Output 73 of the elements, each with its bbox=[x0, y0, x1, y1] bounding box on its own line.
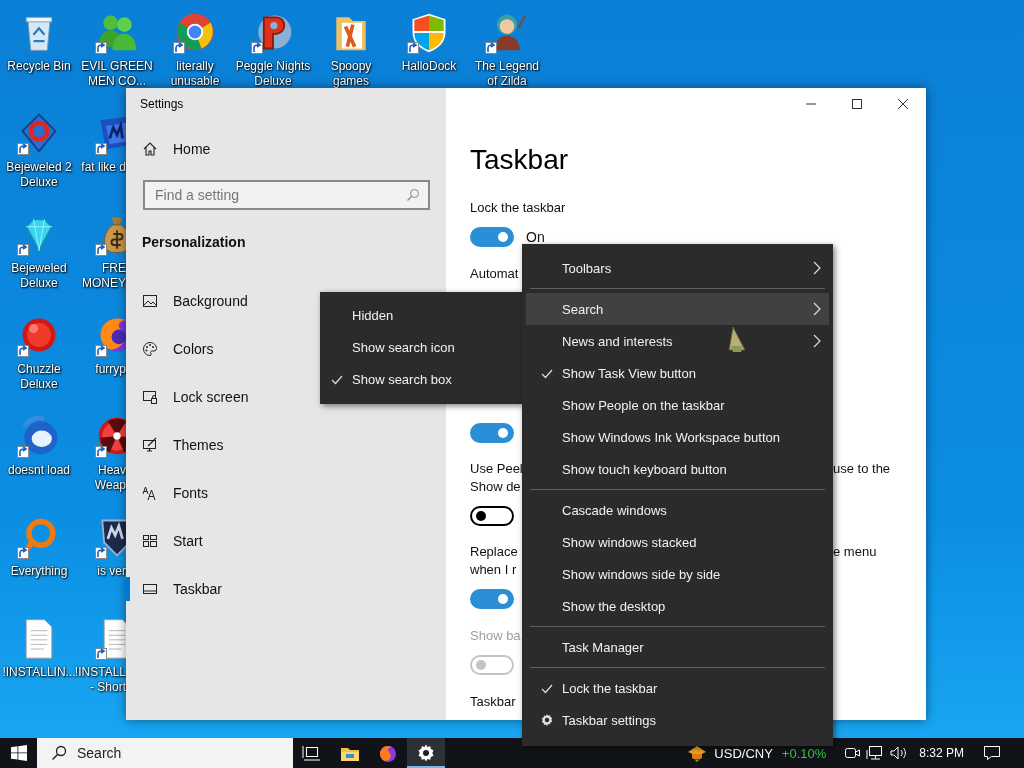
menu-item[interactable]: Show People on the taskbar bbox=[526, 389, 829, 421]
toggle-switch[interactable] bbox=[470, 227, 514, 247]
desktop-icon-label[interactable]: Bejeweled 2 Deluxe bbox=[6, 160, 72, 190]
desktop-icon-label[interactable]: literally unusable bbox=[170, 59, 220, 89]
setting-label: Automat bbox=[470, 265, 519, 283]
desktop-icon-label[interactable]: Peggle Nights Deluxe bbox=[235, 59, 311, 89]
clock[interactable]: 8:32 PM bbox=[909, 738, 974, 768]
setting-label: Show ba bbox=[470, 627, 521, 645]
setting-label: Use Peel Show de bbox=[470, 460, 523, 496]
toggle-switch[interactable] bbox=[470, 506, 514, 526]
setting-label: use to the bbox=[833, 460, 891, 478]
section-heading: Personalization bbox=[142, 233, 247, 252]
cursor-icon bbox=[727, 326, 747, 354]
menu-item[interactable]: Show search box bbox=[320, 363, 522, 395]
settings-icon[interactable] bbox=[407, 738, 445, 768]
menu-item[interactable]: Show search icon bbox=[320, 331, 522, 363]
fonts-icon bbox=[142, 485, 158, 501]
menu-item[interactable]: Search bbox=[526, 293, 829, 325]
menu-item[interactable]: Taskbar settings bbox=[526, 704, 829, 736]
nav-item[interactable]: Taskbar bbox=[126, 565, 446, 613]
windows-logo-icon[interactable] bbox=[10, 745, 27, 761]
nav-item[interactable]: Themes bbox=[126, 421, 446, 469]
menu-item[interactable]: Show Windows Ink Workspace button bbox=[526, 421, 829, 453]
home-nav-item[interactable]: Home bbox=[126, 129, 446, 169]
desktop-icon-label[interactable]: EVIL GREEN MEN CO... bbox=[81, 59, 153, 89]
toggle-state-label: On bbox=[526, 229, 545, 245]
nav-item[interactable]: Start bbox=[126, 517, 446, 565]
maximize-icon[interactable] bbox=[850, 98, 864, 110]
setting-label: Lock the taskbar bbox=[470, 199, 566, 217]
desktop-icon-label[interactable]: fat like d bbox=[81, 160, 126, 175]
ticker-change: +0.10% bbox=[781, 745, 827, 761]
desktop-icon-label[interactable]: HalloDock bbox=[401, 59, 457, 74]
toggle-switch[interactable] bbox=[470, 589, 514, 609]
menu-item[interactable]: Show windows stacked bbox=[526, 526, 829, 558]
menu-item[interactable]: Show touch keyboard button bbox=[526, 453, 829, 485]
picture-icon bbox=[142, 293, 158, 309]
setting-label: Replace when I r bbox=[470, 543, 518, 579]
desktop-icon-label[interactable]: Spoopy games bbox=[330, 59, 372, 89]
menu-item[interactable]: Cascade windows bbox=[526, 494, 829, 526]
desktop-icon-label[interactable]: Bejeweled Deluxe bbox=[11, 261, 67, 291]
palette-icon bbox=[142, 341, 158, 357]
menu-item[interactable]: Task Manager bbox=[526, 631, 829, 663]
tiles-icon bbox=[142, 533, 158, 549]
close-icon[interactable] bbox=[896, 98, 910, 110]
desktop-icon-label[interactable]: Chuzzle Deluxe bbox=[17, 362, 61, 392]
lock-screen-icon bbox=[142, 389, 158, 405]
menu-item[interactable]: Show the desktop bbox=[526, 590, 829, 622]
desktop-icon-label[interactable]: Recycle Bin bbox=[7, 59, 71, 74]
home-icon bbox=[142, 141, 158, 157]
desktop-icon-label[interactable]: furryp bbox=[95, 362, 126, 377]
desktop-icon-label[interactable]: doesnt load bbox=[7, 463, 71, 478]
settings-icon bbox=[540, 713, 554, 727]
taskbar-icon bbox=[142, 581, 158, 597]
menu-item[interactable]: Toolbars bbox=[526, 252, 829, 284]
menu-item[interactable]: Hidden bbox=[320, 299, 522, 331]
toggle-switch[interactable] bbox=[470, 423, 514, 443]
menu-item[interactable]: Show Task View button bbox=[526, 357, 829, 389]
search-field[interactable]: Find a setting bbox=[143, 180, 430, 210]
window-title: Settings bbox=[139, 96, 185, 113]
menu-item[interactable]: News and interests bbox=[526, 325, 829, 357]
menu-item[interactable]: Show windows side by side bbox=[526, 558, 829, 590]
setting-label: e menu bbox=[833, 543, 877, 561]
page-heading: Taskbar bbox=[470, 143, 570, 177]
desktop-icon-label[interactable]: FRE MONEY bbox=[82, 261, 126, 291]
monitor-brush-icon bbox=[142, 437, 158, 453]
ticker-symbol: USD/CNY bbox=[714, 745, 773, 761]
desktop-icon-label[interactable]: The Legend of Zilda bbox=[474, 59, 540, 89]
search-icon bbox=[406, 188, 420, 202]
search-field[interactable]: Search bbox=[37, 738, 293, 768]
setting-label: Taskbar bbox=[470, 693, 516, 711]
nav-item[interactable]: Fonts bbox=[126, 469, 446, 517]
menu-item[interactable]: Lock the taskbar bbox=[526, 672, 829, 704]
desktop-icon-label[interactable]: Heav Weap bbox=[94, 463, 126, 493]
